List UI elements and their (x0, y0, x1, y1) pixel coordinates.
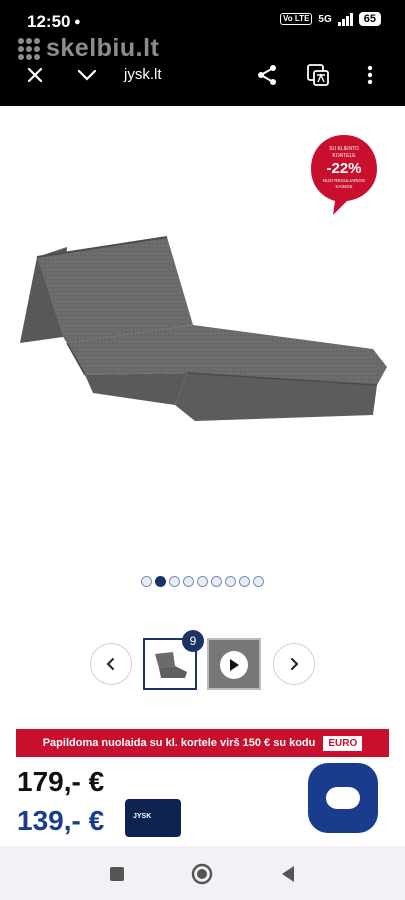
gallery-dot[interactable] (211, 576, 222, 587)
regular-price: 179,- € (17, 766, 105, 797)
battery-icon: 65 (358, 12, 381, 26)
badge-percent: -22% (326, 160, 361, 177)
image-count-badge: 9 (182, 630, 204, 652)
share-icon[interactable] (252, 60, 282, 90)
browser-toolbar: jysk.lt (0, 56, 405, 96)
gallery-dot[interactable] (155, 576, 166, 587)
volte-icon: Vo LTE (280, 13, 313, 25)
badge-line3: NUO REGULIARIOS (323, 178, 365, 183)
status-time: 12:50 (27, 12, 71, 31)
recents-icon[interactable] (106, 863, 128, 885)
promo-text: Papildoma nuolaida su kl. kortele virš 1… (42, 737, 316, 749)
gallery-dot[interactable] (169, 576, 180, 587)
gallery-prev-button[interactable] (90, 643, 132, 685)
translate-icon[interactable] (303, 60, 333, 90)
chat-button[interactable] (308, 763, 378, 833)
more-options-icon[interactable] (355, 60, 385, 90)
gallery-dot[interactable] (225, 576, 236, 587)
card-price: 139,- € (17, 805, 105, 836)
gallery-pagination[interactable] (141, 576, 264, 587)
chevron-right-icon (291, 658, 299, 670)
loyalty-card-image: JYSK (125, 799, 181, 837)
badge-line1: SU KLIENTO (329, 146, 359, 152)
home-icon[interactable] (191, 863, 213, 885)
message-notification-icon: ● (74, 16, 81, 28)
back-icon[interactable] (277, 863, 299, 885)
gallery-dot[interactable] (183, 576, 194, 587)
badge-line4: KAINOS (335, 184, 352, 189)
signal-icon (337, 12, 353, 26)
promo-banner[interactable]: Papildoma nuolaida su kl. kortele virš 1… (16, 729, 389, 757)
discount-badge: SU KLIENTO KORTELE -22% NUO REGULIARIOS … (311, 135, 377, 215)
status-icons: Vo LTE 5G 65 (280, 12, 381, 26)
browser-header: 12:50 ● Vo LTE 5G 65 skelbiu.lt jysk.lt (0, 0, 405, 106)
gallery-dot[interactable] (253, 576, 264, 587)
chat-icon (326, 787, 360, 809)
network-type: 5G (318, 13, 332, 25)
close-icon[interactable] (20, 60, 50, 90)
promo-code: EURO (323, 735, 363, 751)
page-url[interactable]: jysk.lt (124, 66, 162, 83)
chevron-left-icon (106, 658, 114, 670)
badge-line2: KORTELE (332, 153, 356, 159)
gallery-next-button[interactable] (273, 643, 315, 685)
chevron-down-icon[interactable] (72, 60, 102, 90)
play-icon[interactable] (220, 651, 248, 679)
gallery-dot[interactable] (239, 576, 250, 587)
gallery-dot[interactable] (141, 576, 152, 587)
gallery-dot[interactable] (197, 576, 208, 587)
system-navigation-bar (0, 846, 405, 900)
product-image[interactable] (15, 225, 395, 430)
